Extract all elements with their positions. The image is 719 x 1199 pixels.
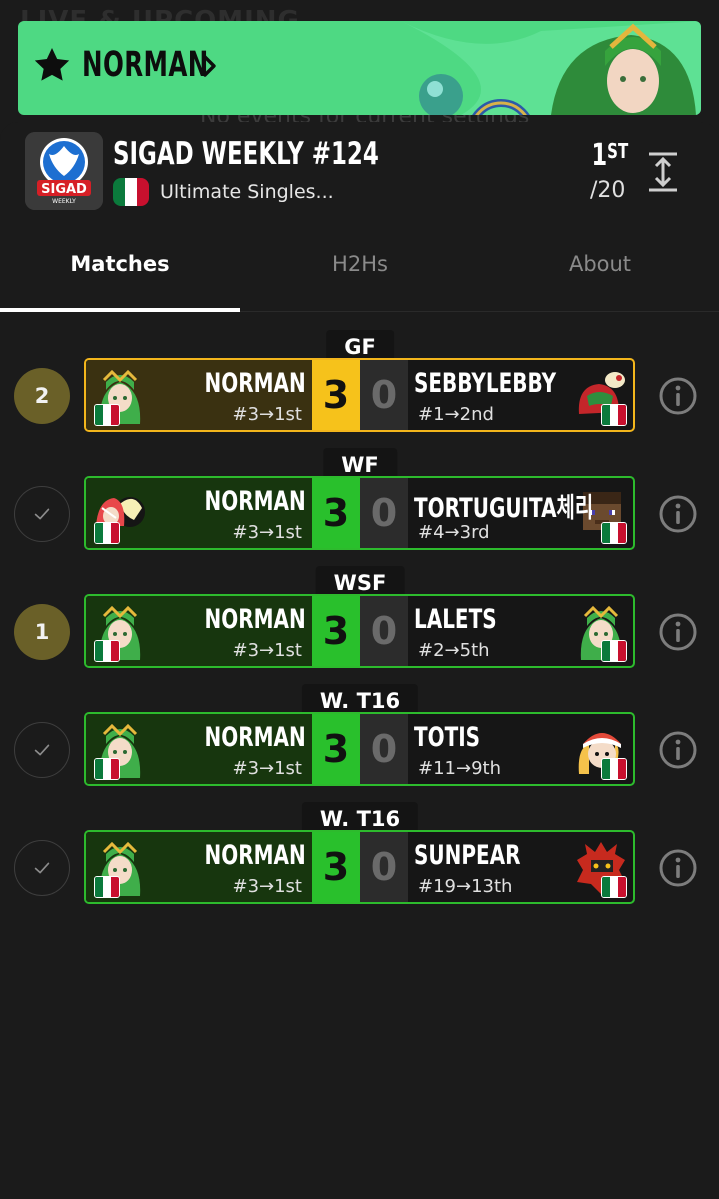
placing-number: 1 (591, 138, 608, 173)
player1-seed: #3→1st (232, 758, 302, 779)
player2-name: SEBBYLEBBY (414, 368, 557, 399)
check-badge (14, 840, 70, 896)
match-row: 1 WSF NORMAN #3→1st 3 0 LALETS #2→5th (0, 566, 719, 676)
player1-score: 3 (312, 360, 360, 430)
player1-score: 3 (312, 596, 360, 666)
match-row: WF NORMAN #3→1st 3 0 TORTUGUITA체리 #4→3rd (0, 448, 719, 558)
player1-seed: #3→1st (232, 522, 302, 543)
player2-name: TORTUGUITA체리 (414, 493, 594, 524)
player2-name: TOTIS (414, 722, 481, 753)
info-icon[interactable] (658, 730, 698, 770)
player-banner[interactable]: NORMAN (18, 21, 701, 115)
player1-name: NORMAN (204, 722, 306, 753)
mexico-flag-icon (94, 640, 120, 662)
match-card[interactable]: NORMAN #3→1st 3 0 TOTIS #11→9th (84, 712, 635, 786)
star-icon (34, 48, 70, 81)
tournament-logo-image: SIGAD WEEKLY (25, 132, 103, 210)
match-row: 2 GF NORMAN #3→1st 3 0 SEBBYLEBBY #1→2nd (0, 330, 719, 440)
tournament-subtitle: Ultimate Singles... (160, 181, 334, 203)
player1-section: NORMAN #3→1st (86, 360, 312, 430)
match-card[interactable]: NORMAN #3→1st 3 0 TORTUGUITA체리 #4→3rd (84, 476, 635, 550)
info-icon[interactable] (658, 612, 698, 652)
player1-section: NORMAN #3→1st (86, 832, 312, 902)
player1-section: NORMAN #3→1st (86, 478, 312, 548)
mexico-flag-icon (601, 404, 627, 426)
mexico-flag-icon (601, 758, 627, 780)
chevron-right-icon (203, 55, 216, 77)
mexico-flag-icon (94, 876, 120, 898)
player2-name: SUNPEAR (414, 840, 521, 871)
match-row: W. T16 NORMAN #3→1st 3 0 SUNPEAR #19→13t… (0, 802, 719, 912)
player2-score: 0 (360, 714, 408, 784)
player2-section: TORTUGUITA체리 #4→3rd (408, 478, 633, 548)
player-name: NORMAN (82, 45, 209, 85)
tab-h2hs[interactable]: H2Hs (240, 252, 480, 276)
player2-section: LALETS #2→5th (408, 596, 633, 666)
placing-suffix: ST (607, 139, 629, 163)
player1-score: 3 (312, 714, 360, 784)
expand-vertical-icon[interactable] (643, 150, 683, 194)
mexico-flag-icon (601, 640, 627, 662)
mexico-flag-icon (94, 404, 120, 426)
tab-matches[interactable]: Matches (0, 252, 240, 276)
tournament-logo: SIGAD WEEKLY (25, 132, 103, 210)
player1-seed: #3→1st (232, 640, 302, 661)
player1-seed: #3→1st (232, 876, 302, 897)
info-icon[interactable] (658, 848, 698, 888)
active-tab-indicator (0, 308, 240, 312)
player2-seed: #11→9th (418, 758, 501, 779)
player2-seed: #4→3rd (418, 522, 490, 543)
tournament-title: SIGAD WEEKLY #124 (113, 136, 379, 172)
placing: 1ST (591, 138, 629, 173)
badge-number: 1 (34, 620, 50, 644)
entrant-count: /20 (590, 178, 626, 203)
logo-text: SIGAD (41, 182, 87, 197)
logo-subtext: WEEKLY (52, 198, 76, 205)
match-order-badge: 2 (14, 368, 70, 424)
player2-section: TOTIS #11→9th (408, 714, 633, 784)
player2-section: SEBBYLEBBY #1→2nd (408, 360, 633, 430)
mexico-flag-icon (601, 522, 627, 544)
match-row: W. T16 NORMAN #3→1st 3 0 TOTIS #11→9th (0, 684, 719, 794)
match-order-badge: 1 (14, 604, 70, 660)
player1-score: 3 (312, 478, 360, 548)
player1-name: NORMAN (204, 368, 306, 399)
check-badge (14, 722, 70, 778)
mexico-flag-icon (94, 758, 120, 780)
player2-seed: #19→13th (418, 876, 513, 897)
player1-section: NORMAN #3→1st (86, 596, 312, 666)
player1-seed: #3→1st (232, 404, 302, 425)
mexico-flag-icon (601, 876, 627, 898)
player2-name: LALETS (414, 604, 497, 635)
character-art (401, 21, 701, 115)
match-card[interactable]: NORMAN #3→1st 3 0 SUNPEAR #19→13th (84, 830, 635, 904)
info-icon[interactable] (658, 494, 698, 534)
player1-name: NORMAN (204, 604, 306, 635)
match-card[interactable]: NORMAN #3→1st 3 0 LALETS #2→5th (84, 594, 635, 668)
check-badge (14, 486, 70, 542)
player1-name: NORMAN (204, 840, 306, 871)
player2-seed: #2→5th (418, 640, 490, 661)
player2-seed: #1→2nd (418, 404, 494, 425)
info-icon[interactable] (658, 376, 698, 416)
player1-section: NORMAN #3→1st (86, 714, 312, 784)
player1-score: 3 (312, 832, 360, 902)
player2-score: 0 (360, 478, 408, 548)
player2-score: 0 (360, 596, 408, 666)
player2-score: 0 (360, 832, 408, 902)
player2-section: SUNPEAR #19→13th (408, 832, 633, 902)
mexico-flag-icon (113, 178, 149, 206)
match-card[interactable]: NORMAN #3→1st 3 0 SEBBYLEBBY #1→2nd (84, 358, 635, 432)
badge-number: 2 (34, 384, 50, 408)
check-icon (34, 508, 50, 520)
mexico-flag-icon (94, 522, 120, 544)
check-icon (34, 862, 50, 874)
check-icon (34, 744, 50, 756)
tab-about[interactable]: About (480, 252, 719, 276)
player2-score: 0 (360, 360, 408, 430)
player1-name: NORMAN (204, 486, 306, 517)
tab-bar: Matches H2Hs About (0, 232, 719, 312)
